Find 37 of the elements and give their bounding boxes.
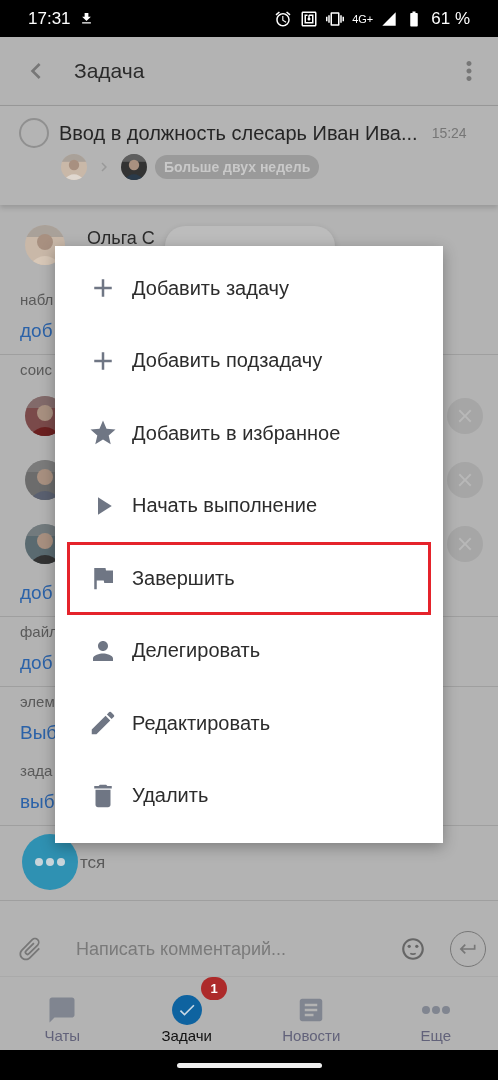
menu-item[interactable]: Редактировать bbox=[67, 687, 431, 760]
badge: 1 bbox=[201, 977, 228, 1000]
author-name: Ольга С bbox=[87, 227, 155, 249]
section-label: соис bbox=[20, 361, 52, 378]
tab[interactable]: 1 Задачи bbox=[124, 977, 249, 1050]
likes-label: тся bbox=[80, 853, 106, 873]
remove-button[interactable] bbox=[447, 526, 483, 562]
more-icon bbox=[421, 1006, 450, 1014]
more-button[interactable] bbox=[22, 834, 78, 890]
emoji-icon[interactable] bbox=[400, 936, 426, 962]
menu-item[interactable]: Удалить bbox=[67, 759, 431, 832]
task-time: 15:24 bbox=[431, 125, 467, 141]
menu-item[interactable]: Делегировать bbox=[67, 614, 431, 687]
menu-item[interactable]: Добавить подзадачу bbox=[67, 324, 431, 397]
network-type: 4G+ bbox=[352, 12, 374, 25]
section-label: элем bbox=[20, 693, 55, 710]
chat-icon bbox=[47, 995, 78, 1025]
menu-item[interactable]: Начать выполнение bbox=[67, 469, 431, 542]
menu-item[interactable]: Завершить bbox=[67, 542, 431, 615]
menu-item[interactable]: Добавить задачу bbox=[67, 252, 431, 325]
alarm-icon bbox=[274, 9, 293, 28]
status-time: 17:31 bbox=[28, 8, 71, 29]
remove-button[interactable] bbox=[447, 462, 483, 498]
dots-icon bbox=[35, 858, 65, 866]
home-indicator[interactable] bbox=[176, 1062, 322, 1068]
section-label: зада bbox=[20, 762, 53, 779]
vibration-icon bbox=[326, 9, 345, 28]
section-label: набл bbox=[20, 291, 54, 308]
task-title: Ввод в должность слесарь Иван Ива... bbox=[59, 121, 418, 145]
battery-percent: 61 % bbox=[431, 8, 470, 29]
comment-field[interactable]: Написать комментарий... bbox=[74, 937, 390, 961]
nfc-icon bbox=[300, 9, 319, 28]
menu-item[interactable]: Добавить в избранное bbox=[67, 397, 431, 470]
task-checkbox[interactable] bbox=[19, 118, 49, 148]
header-title: Задача bbox=[74, 59, 146, 83]
remove-button[interactable] bbox=[447, 398, 483, 434]
signal-icon bbox=[381, 10, 398, 27]
